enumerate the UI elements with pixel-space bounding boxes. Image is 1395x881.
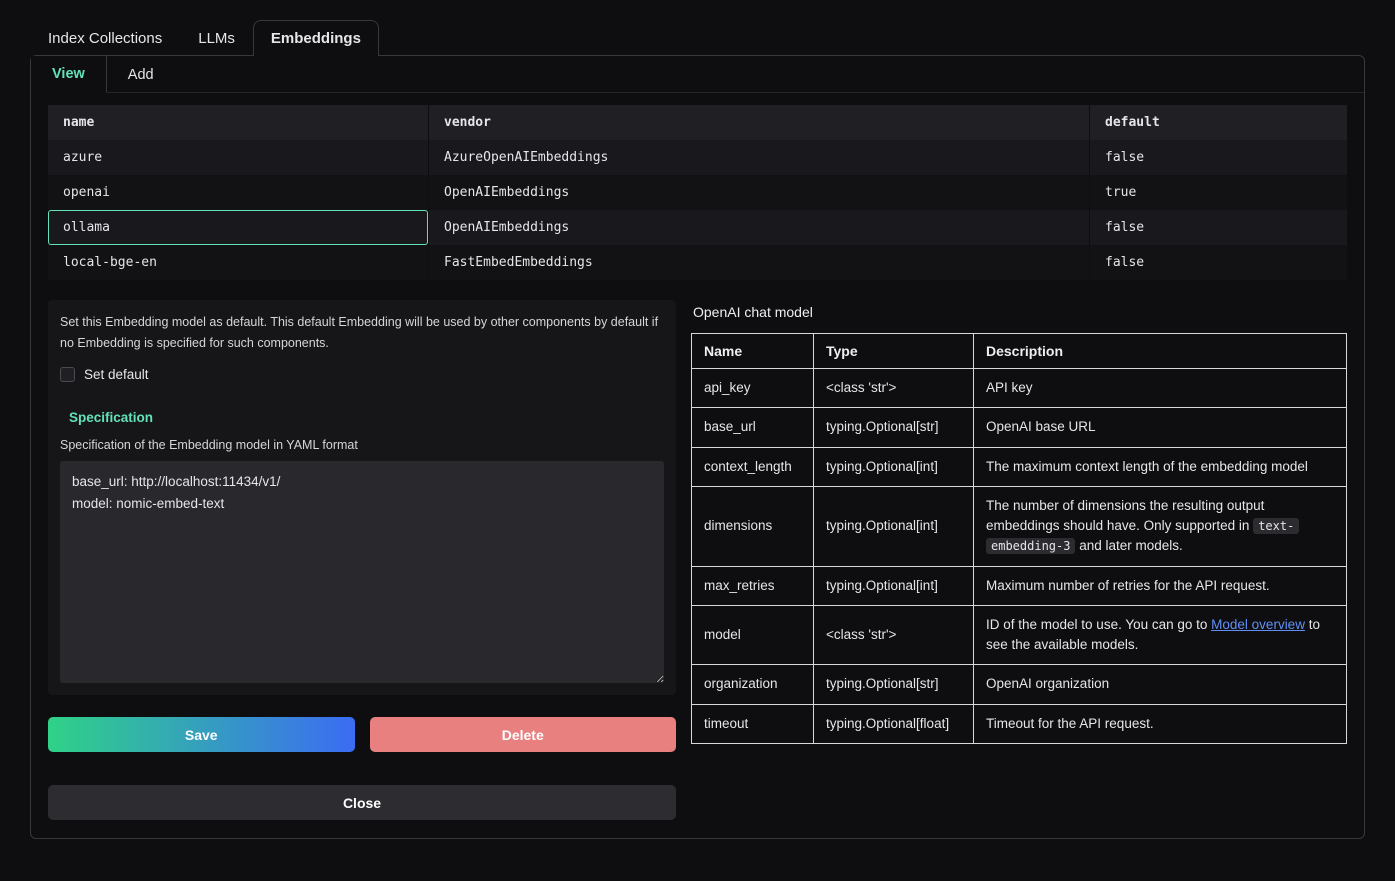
param-row-api-key: api_key<class 'str'>API key: [692, 369, 1347, 408]
default-description: Set this Embedding model as default. Thi…: [60, 312, 664, 353]
embedding-row-local-bge-en[interactable]: local-bge-enFastEmbedEmbeddingsfalse: [48, 245, 1347, 280]
param-name: model: [692, 605, 814, 665]
save-button[interactable]: Save: [48, 717, 355, 752]
param-type: typing.Optional[int]: [814, 486, 974, 566]
content-columns: Set this Embedding model as default. Thi…: [48, 300, 1347, 820]
main-tab-bar: Index CollectionsLLMsEmbeddings: [30, 20, 1365, 55]
page: Index CollectionsLLMsEmbeddings ViewAdd …: [0, 0, 1395, 839]
params-table-body: api_key<class 'str'>API keybase_urltypin…: [692, 369, 1347, 744]
params-header-row: NameTypeDescription: [692, 334, 1347, 369]
param-type: typing.Optional[int]: [814, 566, 974, 605]
embeddings-table: namevendordefaultazureAzureOpenAIEmbeddi…: [48, 105, 1347, 280]
params-table: NameTypeDescription api_key<class 'str'>…: [691, 333, 1347, 744]
param-description: OpenAI base URL: [974, 408, 1347, 447]
default-panel: Set this Embedding model as default. Thi…: [48, 300, 676, 695]
embedding-editor: Set this Embedding model as default. Thi…: [48, 300, 676, 820]
param-row-base-url: base_urltyping.Optional[str]OpenAI base …: [692, 408, 1347, 447]
param-name: api_key: [692, 369, 814, 408]
model-detail-panel: OpenAI chat model NameTypeDescription ap…: [691, 300, 1347, 744]
param-type: typing.Optional[str]: [814, 665, 974, 704]
cell-name: ollama: [48, 210, 428, 245]
specification-heading: Specification: [69, 410, 664, 425]
param-description: API key: [974, 369, 1347, 408]
action-button-row: Save Delete: [48, 717, 676, 752]
param-row-timeout: timeouttyping.Optional[float]Timeout for…: [692, 704, 1347, 743]
param-type: <class 'str'>: [814, 605, 974, 665]
close-button[interactable]: Close: [48, 785, 676, 820]
param-row-model: model<class 'str'>ID of the model to use…: [692, 605, 1347, 665]
cell-vendor: FastEmbedEmbeddings: [428, 245, 1089, 280]
params-column-name: Name: [692, 334, 814, 369]
param-description: Timeout for the API request.: [974, 704, 1347, 743]
detail-panel-title: OpenAI chat model: [693, 304, 1347, 320]
inline-code: text-embedding-3: [986, 518, 1299, 554]
cell-default: false: [1089, 210, 1347, 245]
embeddings-table-header: namevendordefault: [48, 105, 1347, 140]
main-tab-embeddings[interactable]: Embeddings: [253, 20, 379, 56]
param-name: base_url: [692, 408, 814, 447]
embedding-row-openai[interactable]: openaiOpenAIEmbeddingstrue: [48, 175, 1347, 210]
param-name: dimensions: [692, 486, 814, 566]
main-tab-llms[interactable]: LLMs: [180, 20, 253, 56]
embedding-row-azure[interactable]: azureAzureOpenAIEmbeddingsfalse: [48, 140, 1347, 175]
cell-vendor: OpenAIEmbeddings: [428, 210, 1089, 245]
param-description: Maximum number of retries for the API re…: [974, 566, 1347, 605]
yaml-spec-input[interactable]: base_url: http://localhost:11434/v1/ mod…: [60, 461, 664, 683]
param-type: typing.Optional[int]: [814, 447, 974, 486]
param-name: timeout: [692, 704, 814, 743]
specification-subtitle: Specification of the Embedding model in …: [60, 438, 664, 452]
cell-name: local-bge-en: [48, 245, 428, 280]
set-default-checkbox-label: Set default: [84, 367, 149, 382]
set-default-checkbox[interactable]: [60, 367, 75, 382]
param-type: <class 'str'>: [814, 369, 974, 408]
delete-button[interactable]: Delete: [370, 717, 677, 752]
param-description: The number of dimensions the resulting o…: [974, 486, 1347, 566]
embeddings-tab-panel: ViewAdd namevendordefaultazureAzureOpenA…: [30, 55, 1365, 839]
sub-tab-view[interactable]: View: [31, 56, 107, 93]
sub-tab-add[interactable]: Add: [107, 57, 175, 93]
param-row-context-length: context_lengthtyping.Optional[int]The ma…: [692, 447, 1347, 486]
param-type: typing.Optional[str]: [814, 408, 974, 447]
param-description: ID of the model to use. You can go to Mo…: [974, 605, 1347, 665]
set-default-checkbox-row[interactable]: Set default: [60, 367, 664, 382]
param-name: organization: [692, 665, 814, 704]
param-description: OpenAI organization: [974, 665, 1347, 704]
cell-default: true: [1089, 175, 1347, 210]
param-row-max-retries: max_retriestyping.Optional[int]Maximum n…: [692, 566, 1347, 605]
cell-default: false: [1089, 140, 1347, 175]
cell-name: azure: [48, 140, 428, 175]
description-link[interactable]: Model overview: [1211, 617, 1305, 632]
params-table-head: NameTypeDescription: [692, 334, 1347, 369]
param-row-dimensions: dimensionstyping.Optional[int]The number…: [692, 486, 1347, 566]
cell-vendor: OpenAIEmbeddings: [428, 175, 1089, 210]
sub-tab-bar: ViewAdd: [31, 56, 1364, 93]
param-row-organization: organizationtyping.Optional[str]OpenAI o…: [692, 665, 1347, 704]
embedding-row-ollama[interactable]: ollamaOpenAIEmbeddingsfalse: [48, 210, 1347, 245]
cell-vendor: AzureOpenAIEmbeddings: [428, 140, 1089, 175]
column-header-vendor: vendor: [428, 105, 1089, 140]
params-column-description: Description: [974, 334, 1347, 369]
params-column-type: Type: [814, 334, 974, 369]
param-name: max_retries: [692, 566, 814, 605]
param-name: context_length: [692, 447, 814, 486]
param-type: typing.Optional[float]: [814, 704, 974, 743]
main-tab-index-collections[interactable]: Index Collections: [30, 20, 180, 56]
cell-name: openai: [48, 175, 428, 210]
column-header-default: default: [1089, 105, 1347, 140]
cell-default: false: [1089, 245, 1347, 280]
param-description: The maximum context length of the embedd…: [974, 447, 1347, 486]
column-header-name: name: [48, 105, 428, 140]
